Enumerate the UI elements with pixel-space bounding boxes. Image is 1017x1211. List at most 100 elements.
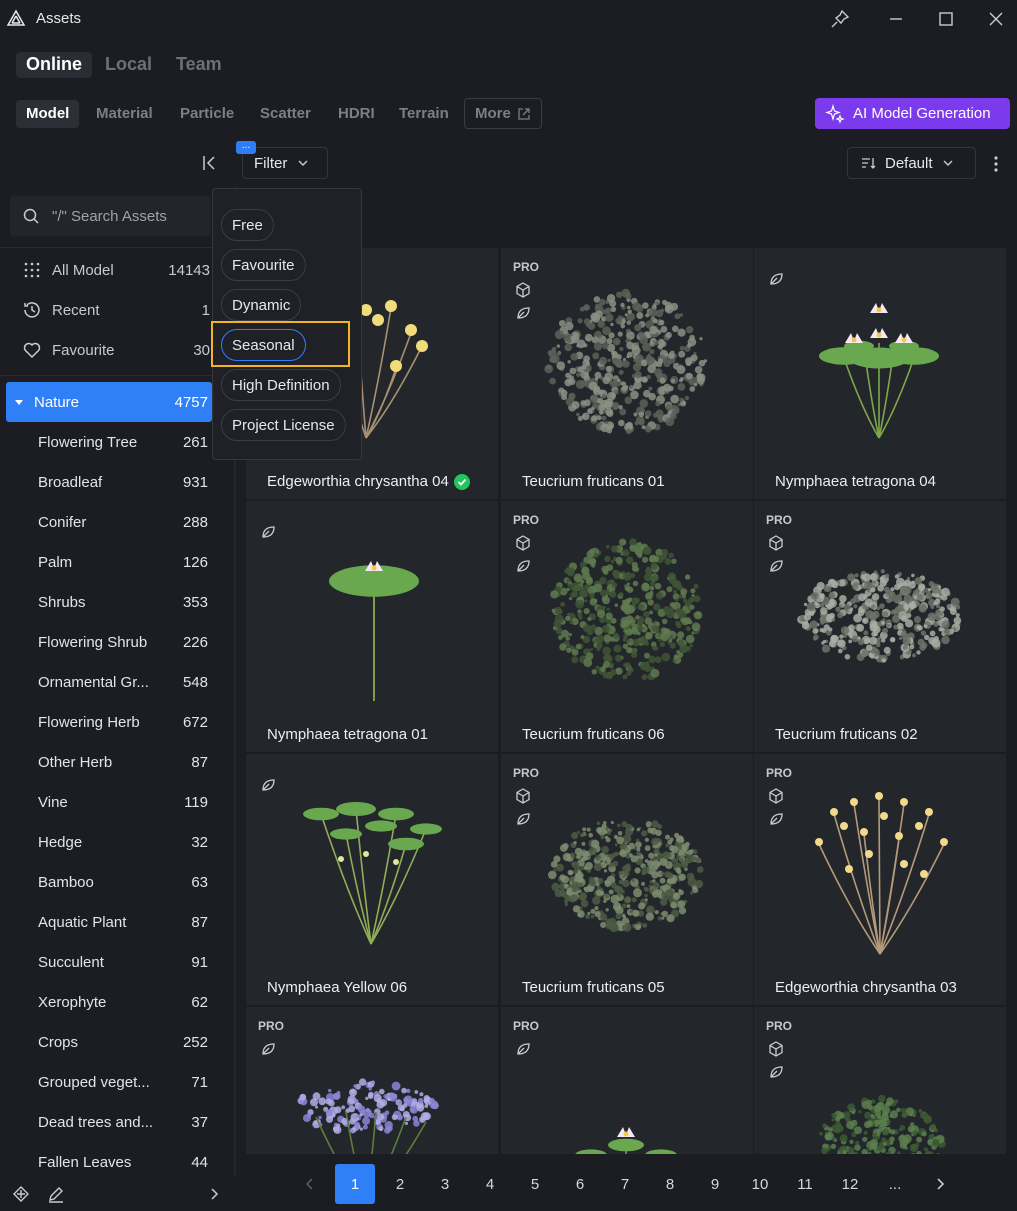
asset-card[interactable]: Nymphaea Yellow 06 — [246, 754, 498, 1005]
diamond-tool-icon[interactable] — [12, 1185, 30, 1203]
asset-name: Nymphaea tetragona 04 — [775, 473, 936, 490]
subcategory-label: Succulent — [38, 953, 104, 971]
subcategory-item[interactable]: Vine 119 — [6, 782, 212, 822]
sort-dropdown[interactable]: Default — [847, 147, 976, 179]
tab-terrain[interactable]: Terrain — [389, 100, 459, 128]
more-vertical-icon[interactable] — [988, 154, 1004, 174]
subcategory-item[interactable]: Flowering Shrub 226 — [6, 622, 212, 662]
tab-material[interactable]: Material — [86, 100, 163, 128]
page-button[interactable]: 6 — [560, 1164, 600, 1204]
subcategory-item[interactable]: Ornamental Gr... 548 — [6, 662, 212, 702]
filter-label: Filter — [254, 154, 288, 172]
asset-card[interactable]: PRO — [246, 1007, 498, 1154]
page-button[interactable]: 4 — [470, 1164, 510, 1204]
page-button[interactable]: 5 — [515, 1164, 555, 1204]
pro-badge: PRO — [513, 766, 540, 780]
pro-badge: PRO — [258, 1019, 285, 1033]
tab-scatter[interactable]: Scatter — [250, 100, 321, 128]
filter-option-high-definition[interactable]: High Definition — [221, 369, 341, 401]
asset-card[interactable]: PRO Teucrium fruticans 02 — [754, 501, 1006, 752]
asset-card[interactable]: Nymphaea tetragona 04 — [754, 248, 1006, 499]
subcategory-item[interactable]: Shrubs 353 — [6, 582, 212, 622]
collapse-sidebar-icon[interactable] — [198, 152, 220, 174]
subcategory-item[interactable]: Crops 252 — [6, 1022, 212, 1062]
quick-count: 1 — [201, 301, 210, 319]
subcategory-item[interactable]: Dead trees and... 37 — [6, 1102, 212, 1142]
prev-page-icon[interactable] — [290, 1164, 330, 1204]
page-button[interactable]: 8 — [650, 1164, 690, 1204]
divider — [0, 375, 234, 376]
asset-name-row: Nymphaea tetragona 01 — [267, 726, 428, 743]
category-nature[interactable]: Nature 4757 — [6, 382, 212, 422]
page-button[interactable]: 10 — [740, 1164, 780, 1204]
filter-option-project-license[interactable]: Project License — [221, 409, 346, 441]
page-button[interactable]: 12 — [830, 1164, 870, 1204]
quick-favourite[interactable]: Favourite 30 — [10, 334, 210, 366]
subcategory-item[interactable]: Grouped veget... 71 — [6, 1062, 212, 1102]
asset-thumbnail — [548, 820, 704, 933]
page-button[interactable]: 1 — [335, 1164, 375, 1204]
asset-card[interactable]: PRO Edgeworthia chrysantha 03 — [754, 754, 1006, 1005]
subcategory-item[interactable]: Conifer 288 — [6, 502, 212, 542]
subcategory-item[interactable]: Hedge 32 — [6, 822, 212, 862]
ai-model-generation-button[interactable]: AI Model Generation — [815, 98, 1010, 129]
subcategory-label: Hedge — [38, 833, 83, 851]
sort-icon — [860, 155, 876, 171]
minimize-icon[interactable] — [885, 8, 907, 30]
asset-thumbnail — [797, 569, 962, 663]
asset-card[interactable]: PRO — [501, 1007, 753, 1154]
quick-label: Recent — [52, 301, 100, 319]
pro-badge: PRO — [513, 260, 540, 274]
subcategory-label: Flowering Tree — [38, 433, 138, 451]
page-button[interactable]: 2 — [380, 1164, 420, 1204]
maximize-icon[interactable] — [935, 8, 957, 30]
next-page-icon[interactable] — [920, 1164, 960, 1204]
leaf-icon — [768, 1064, 784, 1080]
tab-online[interactable]: Online — [16, 52, 93, 78]
cube-3d-icon — [515, 282, 531, 298]
tab-team[interactable]: Team — [166, 52, 232, 78]
subcategory-item[interactable]: Other Herb 87 — [6, 742, 212, 782]
subcategory-item[interactable]: Palm 126 — [6, 542, 212, 582]
asset-card[interactable]: Nymphaea tetragona 01 — [246, 501, 498, 752]
subcategory-item[interactable]: Xerophyte 62 — [6, 982, 212, 1022]
asset-card[interactable]: PRO Teucrium fruticans 05 — [501, 754, 753, 1005]
filter-option-favourite[interactable]: Favourite — [221, 249, 306, 281]
tab-local[interactable]: Local — [95, 52, 162, 78]
asset-thumbnail — [819, 303, 939, 439]
close-icon[interactable] — [985, 8, 1007, 30]
edit-icon[interactable] — [47, 1185, 65, 1203]
page-button[interactable]: ... — [875, 1164, 915, 1204]
subcategory-item[interactable]: Broadleaf 931 — [6, 462, 212, 502]
page-button[interactable]: 3 — [425, 1164, 465, 1204]
sparkle-icon — [825, 103, 845, 124]
subcategory-label: Shrubs — [38, 593, 86, 611]
chevron-right-icon[interactable] — [208, 1187, 220, 1201]
subcategory-label: Aquatic Plant — [38, 913, 127, 931]
subcategory-item[interactable]: Aquatic Plant 87 — [6, 902, 212, 942]
filter-option-free[interactable]: Free — [221, 209, 274, 241]
subcategory-item[interactable]: Bamboo 63 — [6, 862, 212, 902]
subcategory-item[interactable]: Flowering Tree 261 — [6, 422, 212, 462]
quick-label: All Model — [52, 261, 114, 279]
tab-more[interactable]: More — [464, 98, 542, 129]
asset-card[interactable]: PRO — [754, 1007, 1006, 1154]
page-button[interactable]: 7 — [605, 1164, 645, 1204]
search-input[interactable]: "/" Search Assets — [10, 196, 210, 236]
subcategory-count: 37 — [191, 1113, 208, 1131]
tab-hdri[interactable]: HDRI — [328, 100, 385, 128]
quick-all-model[interactable]: All Model 14143 — [10, 254, 210, 286]
subcategory-item[interactable]: Succulent 91 — [6, 942, 212, 982]
filter-option-dynamic[interactable]: Dynamic — [221, 289, 302, 321]
page-button[interactable]: 11 — [785, 1164, 825, 1204]
tab-more-label: More — [475, 105, 511, 122]
page-button[interactable]: 9 — [695, 1164, 735, 1204]
quick-recent[interactable]: Recent 1 — [10, 294, 210, 326]
subcategory-item[interactable]: Flowering Herb 672 — [6, 702, 212, 742]
tab-particle[interactable]: Particle — [170, 100, 244, 128]
asset-card[interactable]: PRO Teucrium fruticans 06 — [501, 501, 753, 752]
pin-icon[interactable] — [829, 8, 851, 30]
tab-model[interactable]: Model — [16, 100, 80, 128]
history-icon — [20, 298, 44, 322]
asset-card[interactable]: PRO Teucrium fruticans 01 — [501, 248, 753, 499]
